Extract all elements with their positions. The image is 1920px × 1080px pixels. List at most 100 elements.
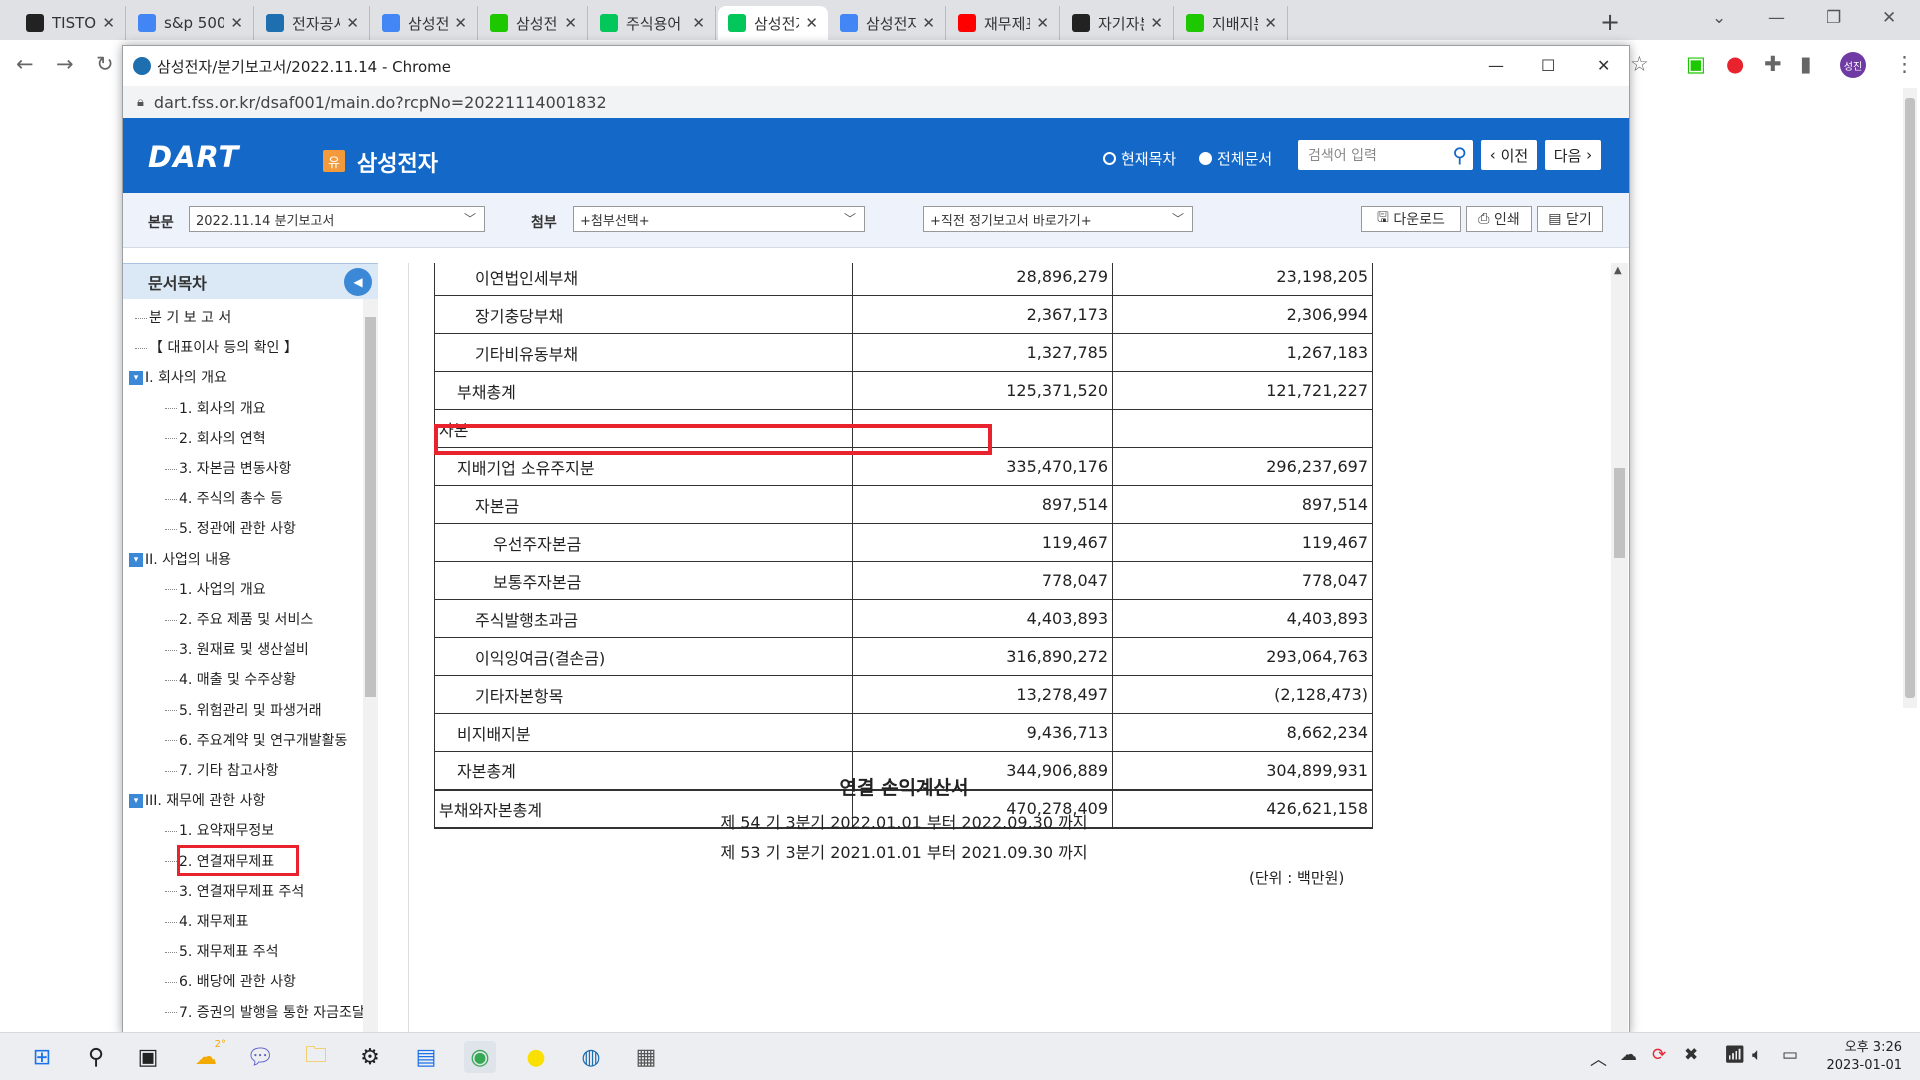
toc-item[interactable]: ▾ II. 사업의 내용 — [129, 549, 231, 569]
search-icon[interactable]: ⚲ — [1452, 143, 1467, 167]
minimize-button[interactable]: — — [1768, 8, 1785, 28]
toc-item[interactable]: 2. 회사의 연혁 — [165, 428, 266, 448]
tab-close-icon[interactable]: ✕ — [1264, 14, 1277, 32]
tab-9[interactable]: 자기자본 ✕ — [1062, 6, 1174, 40]
calculator-icon[interactable]: ▦ — [630, 1041, 662, 1073]
tab-close-icon[interactable]: ✕ — [230, 14, 243, 32]
toc-item[interactable]: 7. 증권의 발행을 통한 자금조달에 관한 사항 — [165, 1002, 363, 1022]
extension-icon[interactable]: ▣ — [1686, 52, 1706, 76]
forward-icon[interactable]: → — [56, 52, 74, 76]
next-button[interactable]: 다음 › — [1545, 140, 1601, 170]
reload-icon[interactable]: ↻ — [96, 52, 114, 76]
toc-item[interactable]: 6. 배당에 관한 사항 — [165, 971, 296, 991]
tab-1[interactable]: s&p 500 ✕ — [128, 6, 254, 40]
notepad-icon[interactable]: ▤ — [410, 1041, 442, 1073]
toc-item[interactable]: 4. 주식의 총수 등 — [165, 488, 283, 508]
scroll-up-icon[interactable]: ▲ — [1614, 265, 1622, 276]
search-input[interactable]: 검색어 입력 ⚲ — [1298, 140, 1473, 170]
print-button[interactable]: ⎙ 인쇄 — [1466, 206, 1532, 232]
menu-icon[interactable]: ⋮ — [1894, 52, 1915, 76]
toc-item[interactable]: ▾ I. 회사의 개요 — [129, 367, 227, 387]
settings-icon[interactable]: ⚙ — [354, 1041, 386, 1073]
chrome-icon[interactable]: ◉ — [464, 1041, 496, 1073]
weather-widget[interactable]: ☁ 2° — [190, 1039, 226, 1073]
popup-maximize-button[interactable]: ☐ — [1541, 56, 1555, 75]
expand-toggle-icon[interactable]: ▾ — [129, 794, 143, 809]
collapse-sidebar-icon[interactable]: ◀ — [344, 268, 372, 296]
kakaotalk-icon[interactable]: ● — [520, 1041, 552, 1073]
tab-close-icon[interactable]: ✕ — [1150, 14, 1163, 32]
toc-item[interactable]: 1. 요약재무정보 — [165, 820, 274, 840]
radio-all-docs[interactable]: 전체문서 — [1199, 148, 1272, 169]
periodic-report-select[interactable]: +직전 정기보고서 바로가기+ ﹀ — [923, 206, 1193, 232]
main-report-select[interactable]: 2022.11.14 분기보고서 ﹀ — [189, 206, 485, 232]
wifi-icon[interactable]: 📶︎ — [1724, 1045, 1746, 1065]
tray-chevron-icon[interactable]: ︿ — [1590, 1045, 1607, 1070]
toc-item[interactable]: 【 대표이사 등의 확인 】 — [135, 337, 298, 357]
sidepanel-icon[interactable]: ▮ — [1800, 52, 1812, 76]
download-button[interactable]: 🖫 다운로드 — [1361, 206, 1461, 232]
toc-item[interactable]: 1. 회사의 개요 — [165, 398, 266, 418]
tab-close-icon[interactable]: ✕ — [805, 14, 818, 32]
radio-current-toc[interactable]: 현재목차 — [1103, 148, 1176, 169]
attach-select[interactable]: +첨부선택+ ﹀ — [573, 206, 865, 232]
toc-item[interactable]: ▾ III. 재무에 관한 사항 — [129, 790, 265, 810]
search-icon[interactable]: ⚲ — [80, 1041, 112, 1073]
bookmark-star-icon[interactable]: ☆ — [1630, 52, 1649, 76]
tab-2[interactable]: 전자공시 ✕ — [256, 6, 370, 40]
tab-6[interactable]: 삼성전자 ✕ — [718, 6, 828, 40]
background-scrollbar[interactable] — [1903, 88, 1917, 708]
tab-close-icon[interactable]: ✕ — [454, 14, 467, 32]
battery-icon[interactable]: ▭ — [1782, 1045, 1798, 1065]
back-icon[interactable]: ← — [16, 52, 34, 76]
tab-search-icon[interactable]: ⌄ — [1712, 8, 1726, 28]
clock[interactable]: 오후 3:26 2023-01-01 — [1826, 1039, 1902, 1075]
tray-sync-icon[interactable]: ⟳ — [1652, 1045, 1666, 1065]
tab-4[interactable]: 삼성전자 ✕ — [480, 6, 588, 40]
close-button[interactable]: ▤ 닫기 — [1537, 206, 1603, 232]
tab-8[interactable]: 재무제표 ✕ — [948, 6, 1060, 40]
expand-toggle-icon[interactable]: ▾ — [129, 371, 143, 386]
popup-minimize-button[interactable]: — — [1488, 56, 1504, 75]
toc-item[interactable]: 5. 재무제표 주석 — [165, 941, 279, 961]
popup-close-button[interactable]: ✕ — [1597, 56, 1610, 75]
tray-close-icon[interactable]: ✖ — [1684, 1045, 1698, 1065]
dart-app-icon[interactable]: ◍ — [575, 1041, 607, 1073]
dart-logo[interactable]: DART — [148, 140, 239, 174]
prev-button[interactable]: ‹ 이전 — [1481, 140, 1537, 170]
chat-icon[interactable]: 💬︎ — [244, 1041, 276, 1073]
avatar[interactable]: 성진 — [1840, 52, 1866, 78]
tab-3[interactable]: 삼성전자 ✕ — [372, 6, 478, 40]
toc-item[interactable]: 2. 주요 제품 및 서비스 — [165, 609, 313, 629]
toc-item[interactable]: 7. 기타 참고사항 — [165, 760, 279, 780]
popup-url-bar[interactable]: 🔒︎ dart.fss.or.kr/dsaf001/main.do?rcpNo=… — [123, 86, 1629, 118]
start-menu-icon[interactable]: ⊞ — [26, 1041, 58, 1073]
expand-toggle-icon[interactable]: ▾ — [129, 552, 143, 567]
tab-close-icon[interactable]: ✕ — [1036, 14, 1049, 32]
tab-5[interactable]: 주식용어 ✕ — [590, 6, 716, 40]
extension-badge-icon[interactable]: ● — [1726, 52, 1744, 76]
toc-item[interactable]: 6. 주요계약 및 연구개발활동 — [165, 730, 347, 750]
restore-button[interactable]: ❐ — [1826, 8, 1841, 28]
close-window-button[interactable]: ✕ — [1882, 8, 1896, 28]
toc-scrollbar[interactable] — [363, 299, 378, 1034]
tab-close-icon[interactable]: ✕ — [346, 14, 359, 32]
tab-close-icon[interactable]: ✕ — [922, 14, 935, 32]
tab-7[interactable]: 삼성전자 ✕ — [830, 6, 946, 40]
task-view-icon[interactable]: ▣ — [132, 1041, 164, 1073]
toc-item[interactable]: 분 기 보 고 서 — [135, 307, 231, 327]
toc-item[interactable]: 3. 자본금 변동사항 — [165, 458, 291, 478]
file-explorer-icon[interactable]: 🗀 — [300, 1041, 332, 1073]
toc-item[interactable]: 4. 매출 및 수주상황 — [165, 669, 296, 689]
puzzle-icon[interactable]: ✚ — [1764, 52, 1782, 76]
toc-item[interactable]: 5. 정관에 관한 사항 — [165, 518, 296, 538]
toc-item[interactable]: 4. 재무제표 — [165, 911, 248, 931]
tab-close-icon[interactable]: ✕ — [692, 14, 705, 32]
toc-item[interactable]: 1. 사업의 개요 — [165, 579, 266, 599]
content-scrollbar[interactable]: ▲ — [1611, 263, 1628, 1034]
toc-item[interactable]: 3. 원재료 및 생산설비 — [165, 639, 309, 659]
volume-icon[interactable]: 🔈︎ — [1752, 1045, 1762, 1065]
toc-item[interactable]: 3. 연결재무제표 주석 — [165, 881, 304, 901]
tray-app-icon[interactable]: ☁ — [1620, 1045, 1637, 1065]
toc-item[interactable]: 5. 위험관리 및 파생거래 — [165, 700, 322, 720]
